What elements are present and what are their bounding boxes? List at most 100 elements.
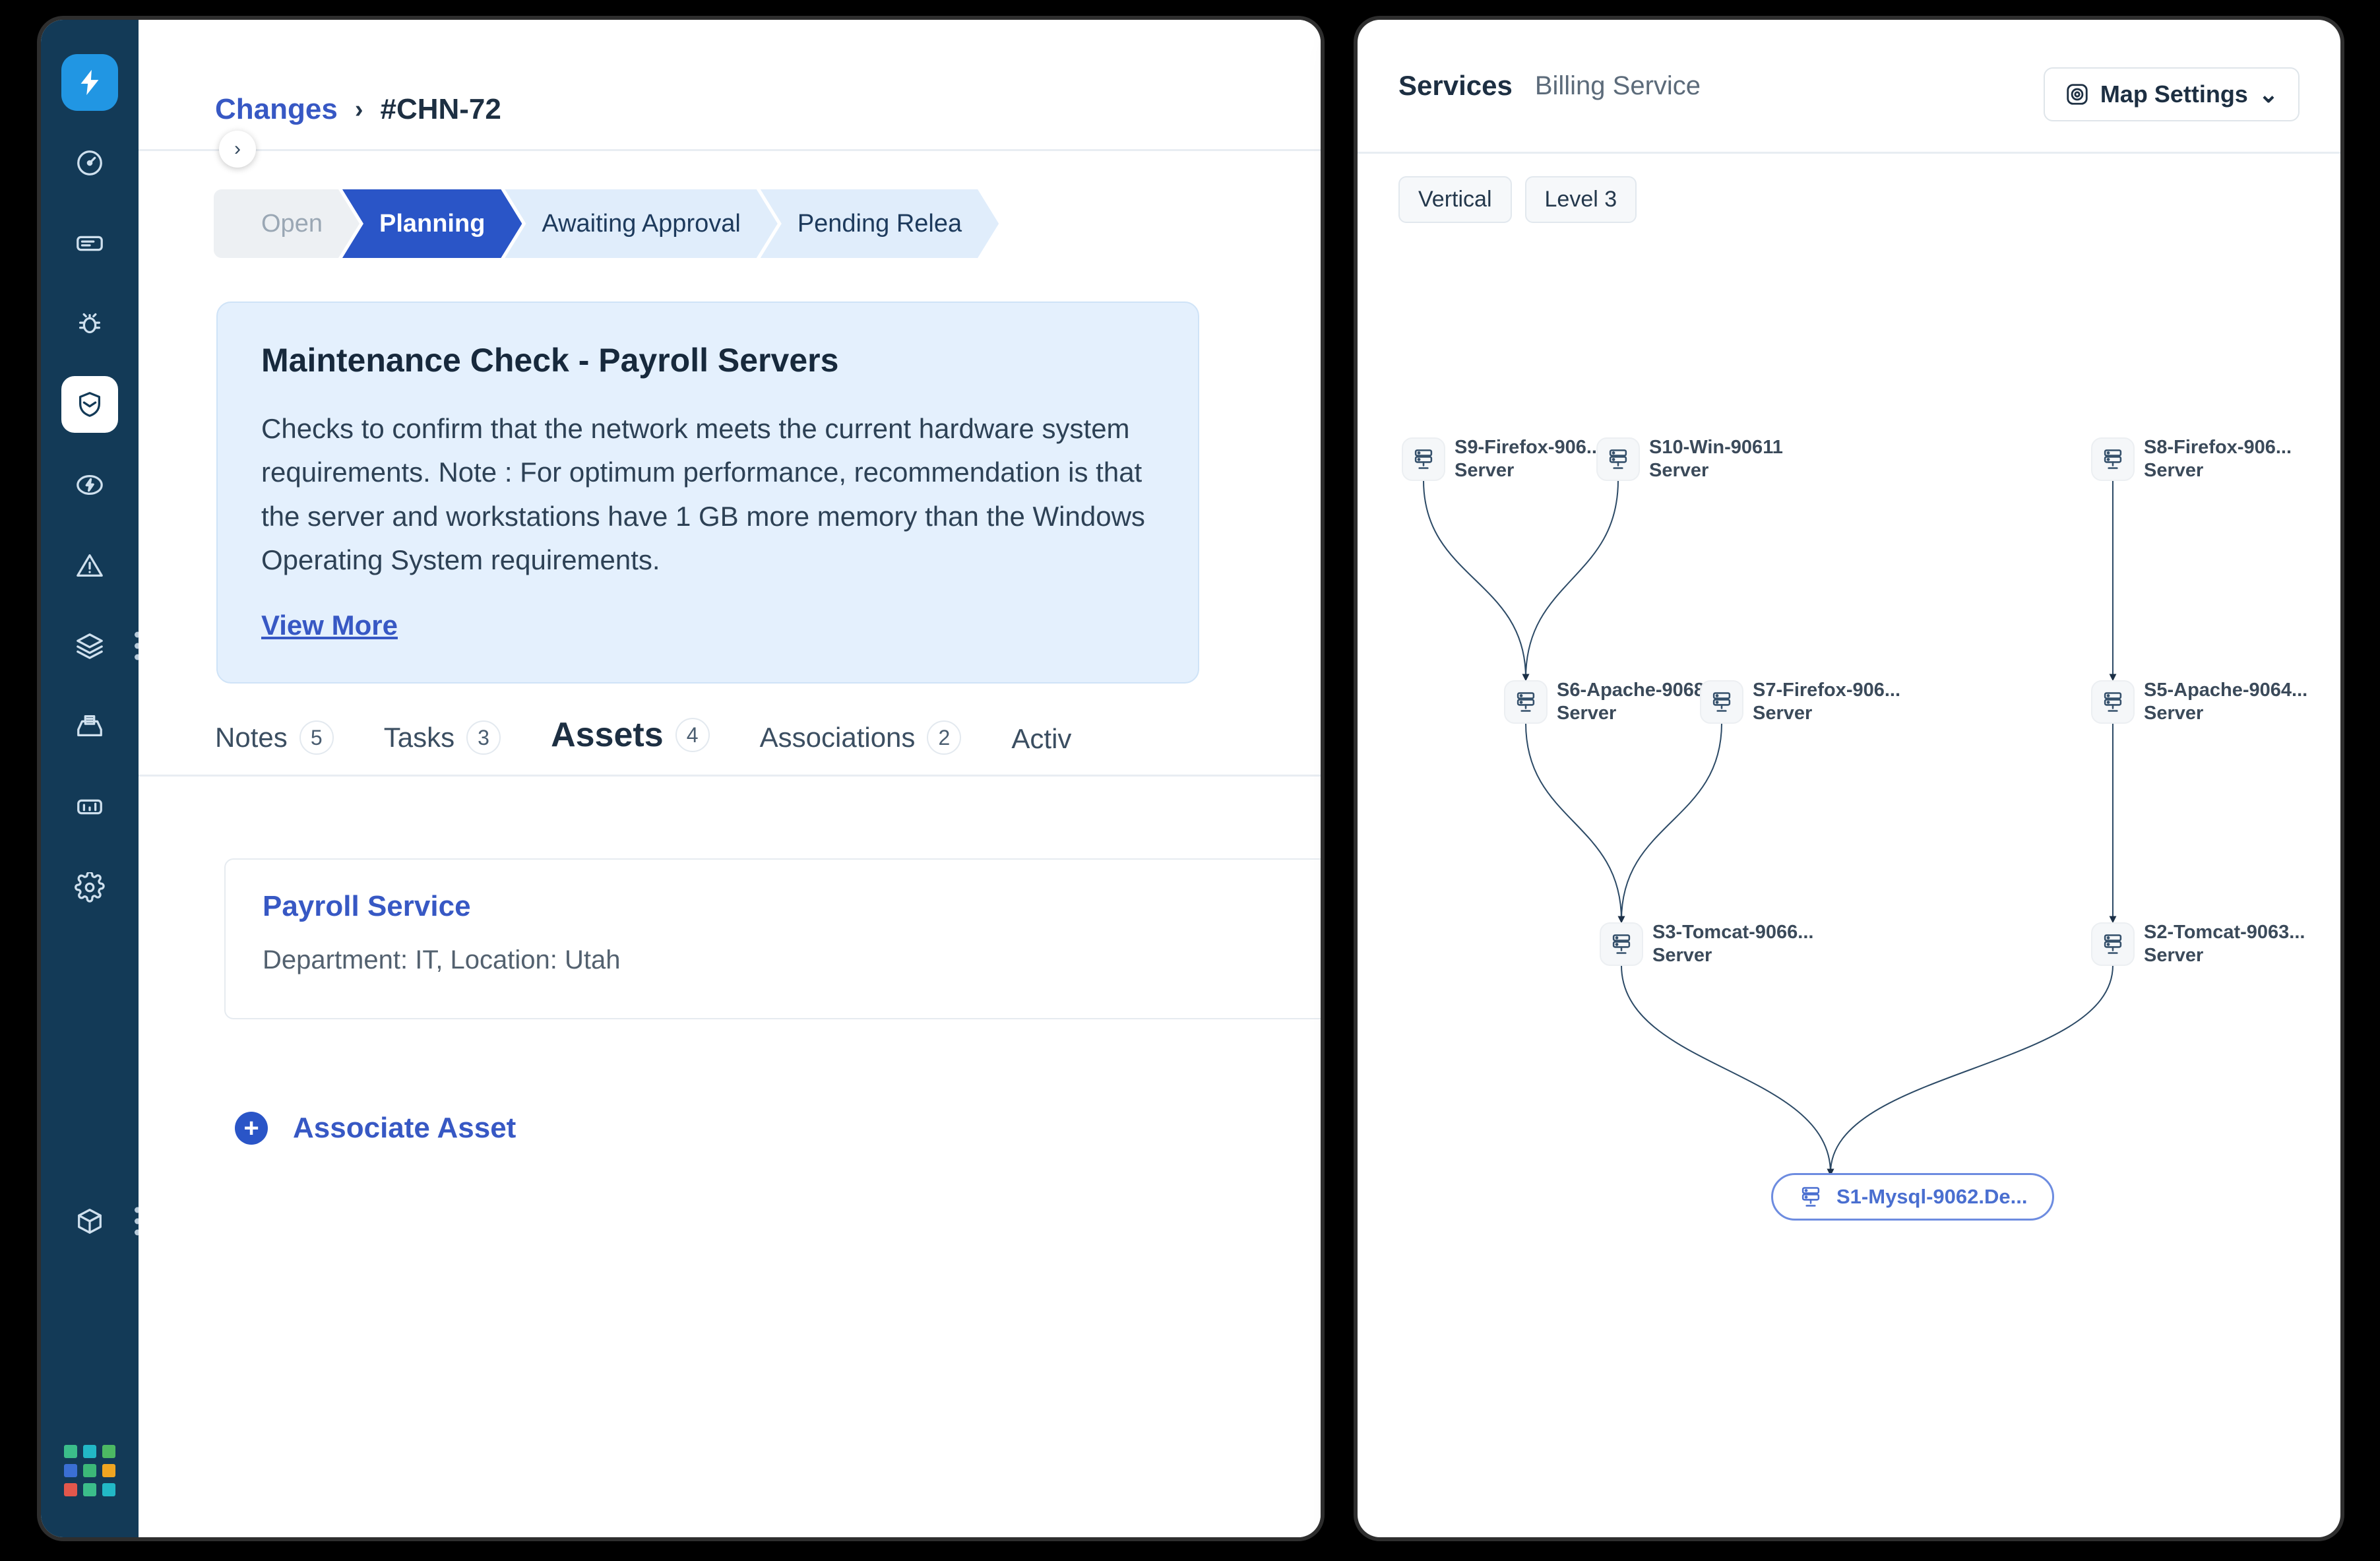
map-node-icon-wrap <box>1402 437 1445 482</box>
server-icon <box>1712 692 1731 713</box>
service-map-canvas[interactable]: S9-Firefox-906... Server S10-Win-90611 S… <box>1358 223 2340 1450</box>
app-grid-cell <box>83 1483 96 1496</box>
server-icon <box>2104 692 2122 713</box>
app-switcher-grid[interactable] <box>64 1445 115 1496</box>
tab-label: Activ <box>1011 723 1072 755</box>
map-chip-level-3[interactable]: Level 3 <box>1524 176 1637 223</box>
service-map-header: Services Billing Service Map Settings ⌄ <box>1358 20 2340 152</box>
map-node-name: S3-Tomcat-9066... <box>1652 922 1814 943</box>
chart-icon <box>77 799 102 815</box>
tab-label: Assets <box>551 716 664 755</box>
layers-icon <box>77 633 103 659</box>
map-edge <box>1522 480 1619 682</box>
app-grid-cell <box>83 1445 96 1458</box>
server-icon <box>1609 449 1627 470</box>
tabs-divider <box>139 775 1321 777</box>
breadcrumb-parent-link[interactable]: Changes <box>215 93 338 126</box>
map-chip-vertical[interactable]: Vertical <box>1398 176 1512 223</box>
map-node-name: S6-Apache-9068... <box>1557 680 1721 701</box>
server-icon <box>1801 1187 1820 1207</box>
service-subtitle: Billing Service <box>1534 71 1701 100</box>
asset-meta: Department: IT, Location: Utah <box>263 945 621 975</box>
sidebar-item-settings[interactable] <box>61 859 118 916</box>
map-node-icon-wrap <box>2091 437 2135 482</box>
tab-label: Associations <box>759 722 916 753</box>
tab-count-badge: 2 <box>927 720 962 755</box>
map-node-s10[interactable]: S10-Win-90611 Server <box>1596 436 1783 483</box>
sidebar-item-tickets[interactable] <box>61 215 118 272</box>
warning-icon <box>77 554 103 577</box>
tab-label: Notes <box>215 722 288 753</box>
gear-icon <box>75 872 105 903</box>
map-edge <box>1525 722 1625 924</box>
map-edge <box>1617 722 1722 924</box>
map-node-s9[interactable]: S9-Firefox-906... Server <box>1402 436 1602 483</box>
tab-tasks[interactable]: Tasks 3 <box>384 720 501 755</box>
map-node-s8[interactable]: S8-Firefox-906... Server <box>2091 436 2292 483</box>
screenshot-stage: › Changes › #CHN-72 Open Planning Awaiting… <box>0 0 2380 1561</box>
map-node-s2[interactable]: S2-Tomcat-9063... Server <box>2091 921 2305 968</box>
app-grid-cell <box>102 1445 115 1458</box>
lightning-bolt-logo-icon <box>80 69 99 96</box>
tab-notes[interactable]: Notes 5 <box>215 720 334 755</box>
map-node-s3[interactable]: S3-Tomcat-9066... Server <box>1600 921 1813 968</box>
map-node-icon-wrap <box>2091 922 2135 967</box>
map-node-root[interactable]: S1-Mysql-9062.De... <box>1771 1173 2055 1221</box>
view-more-link[interactable]: View More <box>261 610 398 641</box>
map-node-icon-wrap <box>1596 437 1640 482</box>
workflow-status-bar: Open Planning Awaiting Approval Pending Rel… <box>139 151 1321 265</box>
map-node-type: Server <box>1652 945 1712 967</box>
tab-count-badge: 3 <box>466 720 501 755</box>
workflow-step-awaiting-approval[interactable]: Awaiting Approval <box>505 189 777 258</box>
associate-asset-button[interactable]: + Associate Asset <box>235 1112 1321 1145</box>
cube-icon <box>78 1209 102 1234</box>
detail-tabs: Notes 5 Tasks 3 Assets 4 Associations 2 Activ <box>139 684 1321 775</box>
workflow-step-open[interactable]: Open <box>214 189 360 258</box>
sidebar-item-dashboard[interactable] <box>61 135 118 191</box>
inbox-icon <box>77 715 102 737</box>
chevron-right-icon: › <box>234 138 241 160</box>
map-settings-button[interactable]: Map Settings ⌄ <box>2043 67 2300 121</box>
service-map-panel: Services Billing Service Map Settings ⌄ … <box>1358 20 2340 1537</box>
sidebar-item-problems[interactable] <box>61 296 118 352</box>
map-node-name: S7-Firefox-906... <box>1753 680 1901 701</box>
map-node-name: S1-Mysql-9062.De... <box>1836 1185 2028 1208</box>
tab-label: Tasks <box>383 722 455 753</box>
workflow-step-pending-relea[interactable]: Pending Relea <box>761 189 999 258</box>
tab-assets[interactable]: Assets 4 <box>551 715 710 755</box>
sidebar-item-assets[interactable] <box>61 618 141 674</box>
app-logo[interactable] <box>61 54 118 111</box>
sidebar-item-integrations[interactable] <box>61 1193 141 1250</box>
asset-name-link[interactable]: Payroll Service <box>263 890 1321 923</box>
map-node-name: S5-Apache-9064... <box>2144 680 2308 701</box>
sidebar-item-incidents[interactable] <box>61 537 118 594</box>
app-grid-cell <box>64 1483 77 1496</box>
tab-associations[interactable]: Associations 2 <box>760 720 962 755</box>
map-node-type: Server <box>1753 703 1813 724</box>
sidebar-item-releases[interactable] <box>61 457 118 513</box>
map-node-icon-wrap <box>2091 680 2135 724</box>
map-node-s7[interactable]: S7-Firefox-906... Server <box>1700 679 1900 726</box>
description-body: Checks to confirm that the network meets… <box>261 413 1145 576</box>
server-icon <box>2104 934 2122 955</box>
asset-card[interactable]: Payroll Service Department: IT, Location… <box>224 858 1321 1020</box>
sidebar-item-reports[interactable] <box>61 779 118 835</box>
app-sidebar <box>41 20 141 1537</box>
sidebar-item-purchase[interactable] <box>61 698 118 755</box>
sidebar-item-changes[interactable] <box>61 376 118 433</box>
map-node-name: S2-Tomcat-9063... <box>2144 922 2305 943</box>
map-node-icon-wrap <box>1504 680 1548 724</box>
map-node-s5[interactable]: S5-Apache-9064... Server <box>2091 679 2307 726</box>
tab-activ[interactable]: Activ <box>1011 723 1071 755</box>
workflow-step-planning[interactable]: Planning <box>342 189 522 258</box>
sidebar-collapse-toggle[interactable]: › <box>219 131 256 168</box>
map-node-name: S10-Win-90611 <box>1649 437 1783 458</box>
breadcrumb-current: #CHN-72 <box>380 93 501 125</box>
associate-asset-label: Associate Asset <box>293 1112 517 1145</box>
chevron-down-icon: ⌄ <box>2258 80 2278 108</box>
ticket-icon <box>77 236 103 251</box>
speedometer-icon <box>77 150 102 175</box>
map-node-s6[interactable]: S6-Apache-9068... Server <box>1504 679 1720 726</box>
app-grid-cell <box>102 1464 115 1477</box>
map-node-icon-wrap <box>1600 922 1643 967</box>
